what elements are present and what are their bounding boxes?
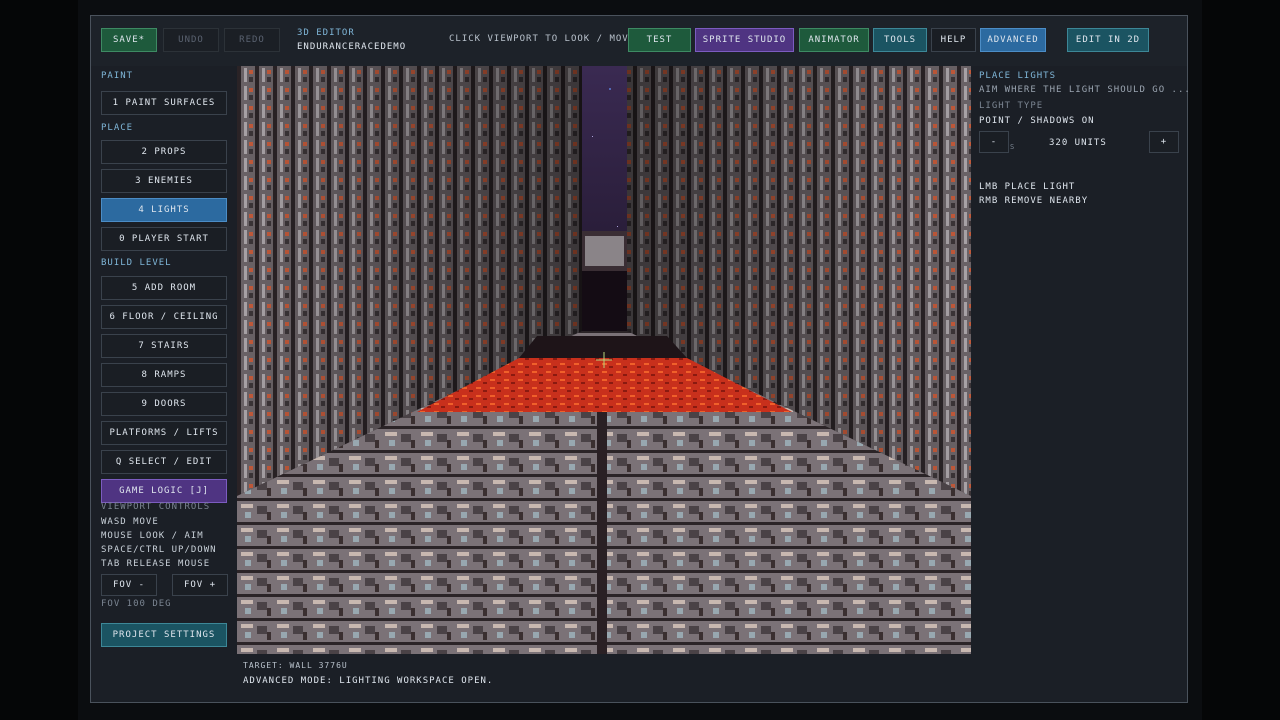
toolbar: SAVE* UNDO REDO 3D EDITOR ENDURANCERACED… [91, 16, 1187, 66]
doors-button[interactable]: 9 DOORS [101, 392, 227, 416]
props-button[interactable]: 2 PROPS [101, 140, 227, 164]
select-edit-button[interactable]: Q SELECT / EDIT [101, 450, 227, 474]
control-mouse: MOUSE LOOK / AIM [101, 531, 204, 541]
animator-button[interactable]: ANIMATOR [799, 28, 869, 52]
light-type-value[interactable]: POINT / SHADOWS ON [979, 116, 1095, 126]
fov-decrease-button[interactable]: FOV - [101, 574, 157, 596]
status-bar: TARGET: WALL 3776U ADVANCED MODE: LIGHTI… [237, 654, 971, 702]
lmb-hint: LMB PLACE LIGHT [979, 182, 1076, 192]
light-type-label: LIGHT TYPE [979, 101, 1044, 111]
target-readout: TARGET: WALL 3776U [243, 661, 348, 670]
platforms-lifts-button[interactable]: PLATFORMS / LIFTS [101, 421, 227, 445]
control-wasd: WASD MOVE [101, 517, 159, 527]
radius-increase-button[interactable]: + [1149, 131, 1179, 153]
floor-ceiling-button[interactable]: 6 FLOOR / CEILING [101, 305, 227, 329]
game-logic-button[interactable]: GAME LOGIC [J] [101, 479, 227, 503]
tools-button[interactable]: TOOLS [873, 28, 927, 52]
editor-window: SAVE* UNDO REDO 3D EDITOR ENDURANCERACED… [90, 15, 1191, 703]
save-button[interactable]: SAVE* [101, 28, 157, 52]
radius-decrease-button[interactable]: - [979, 131, 1009, 153]
enemies-button[interactable]: 3 ENEMIES [101, 169, 227, 193]
fov-value: FOV 100 DEG [101, 599, 172, 609]
control-tab: TAB RELEASE MOUSE [101, 559, 211, 569]
3d-viewport[interactable] [237, 66, 971, 654]
radius-hint: S [1010, 143, 1016, 151]
undo-button[interactable]: UNDO [163, 28, 219, 52]
radius-value: 320 UNITS [1049, 138, 1107, 148]
player-start-button[interactable]: 0 PLAYER START [101, 227, 227, 251]
lights-button[interactable]: 4 LIGHTS [101, 198, 227, 222]
status-message: ADVANCED MODE: LIGHTING WORKSPACE OPEN. [243, 676, 494, 686]
viewport-controls-heading: VIEWPORT CONTROLS [101, 502, 211, 512]
rmb-hint: RMB REMOVE NEARBY [979, 196, 1089, 206]
add-room-button[interactable]: 5 ADD ROOM [101, 276, 227, 300]
section-place-heading: PLACE [101, 123, 134, 133]
test-button[interactable]: TEST [628, 28, 691, 52]
redo-button[interactable]: REDO [224, 28, 280, 52]
fov-increase-button[interactable]: FOV + [172, 574, 228, 596]
panel-instruction: AIM WHERE THE LIGHT SHOULD GO ... [979, 85, 1191, 95]
ramps-button[interactable]: 8 RAMPS [101, 363, 227, 387]
stairs-button[interactable]: 7 STAIRS [101, 334, 227, 358]
panel-title: PLACE LIGHTS [979, 71, 1057, 81]
section-paint-heading: PAINT [101, 71, 134, 81]
help-button[interactable]: HELP [931, 28, 976, 52]
sprite-studio-button[interactable]: SPRITE STUDIO [695, 28, 794, 52]
advanced-button[interactable]: ADVANCED [980, 28, 1046, 52]
viewport-hint: CLICK VIEWPORT TO LOOK / MOVE [449, 34, 636, 44]
editor-mode-title: 3D EDITOR [297, 28, 355, 38]
project-name: ENDURANCERACEDEMO [297, 42, 407, 52]
paint-surfaces-button[interactable]: 1 PAINT SURFACES [101, 91, 227, 115]
section-build-heading: BUILD LEVEL [101, 258, 172, 268]
edit-in-2d-button[interactable]: EDIT IN 2D [1067, 28, 1149, 52]
control-space-ctrl: SPACE/CTRL UP/DOWN [101, 545, 217, 555]
project-settings-button[interactable]: PROJECT SETTINGS [101, 623, 227, 647]
